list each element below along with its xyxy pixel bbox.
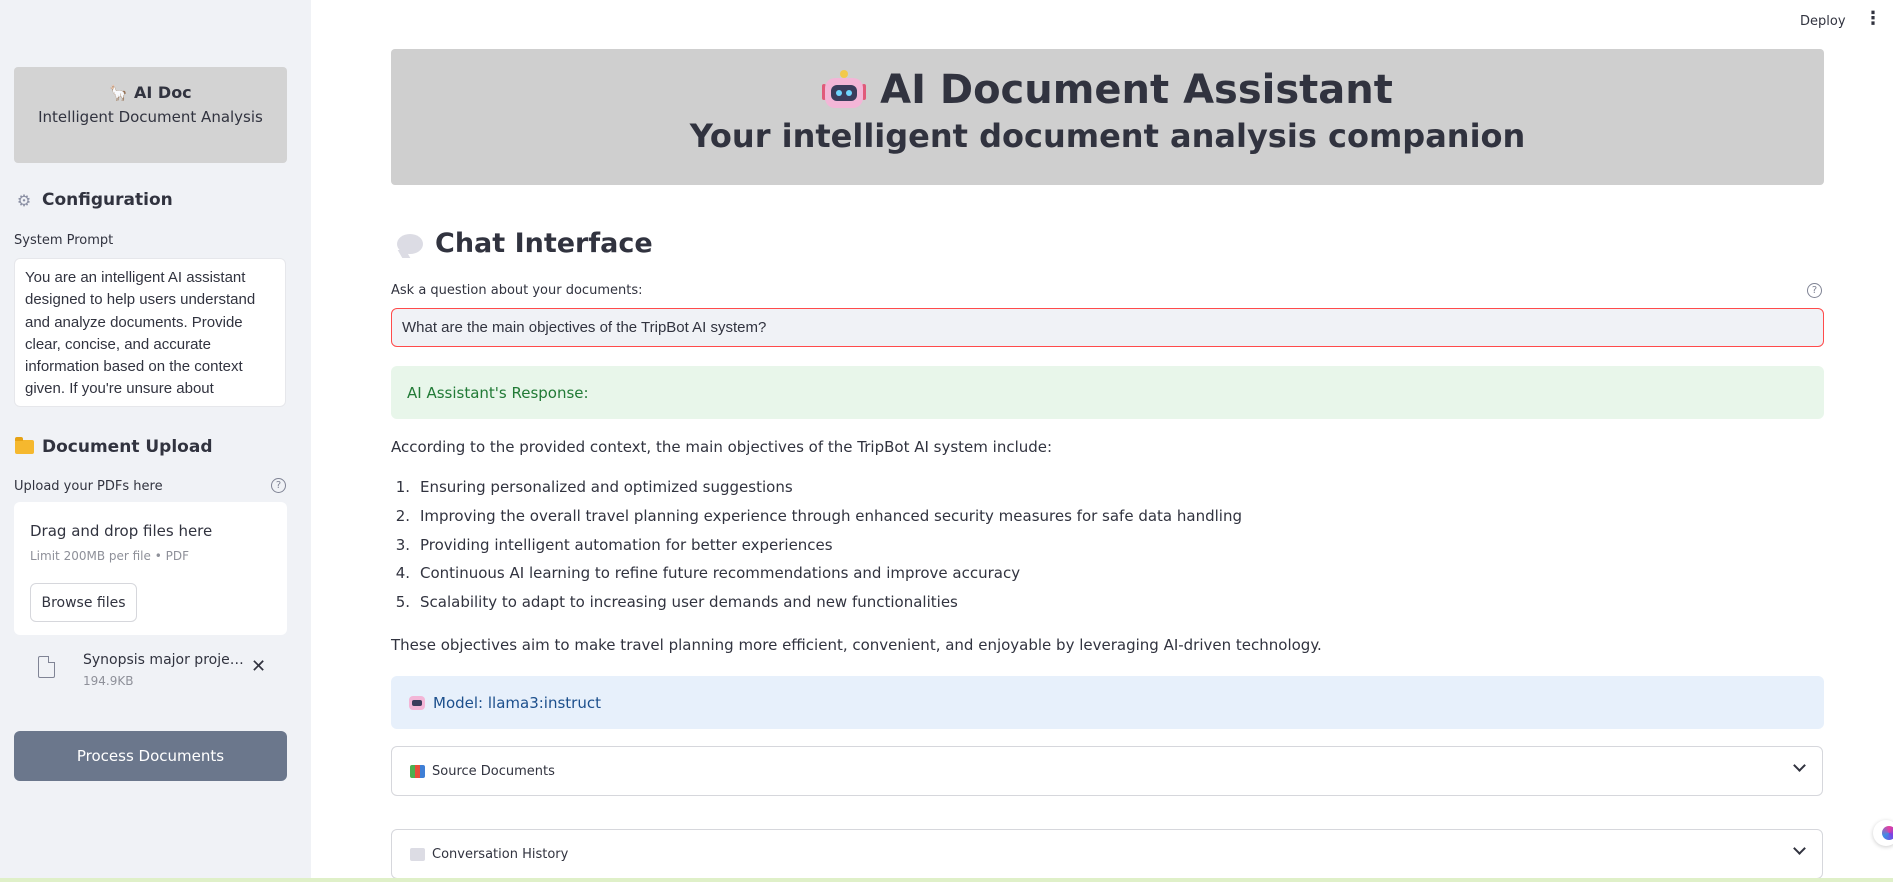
brand-title-text: AI Doc	[134, 83, 192, 102]
deploy-button[interactable]: Deploy	[1800, 14, 1846, 29]
document-upload-heading: Document Upload	[14, 437, 212, 457]
list-item: 1. Ensuring personalized and optimized su…	[391, 478, 1242, 507]
answer-intro: According to the provided context, the m…	[391, 438, 1053, 456]
drop-zone-title: Drag and drop files here	[30, 522, 213, 540]
hero-title: AI Document Assistant	[391, 67, 1824, 113]
list-item-text: Improving the overall travel planning ex…	[420, 506, 1242, 525]
uploaded-file-name: Synopsis major project…	[83, 652, 251, 668]
brand-subtitle: Intelligent Document Analysis	[38, 108, 263, 126]
drop-zone-limit: Limit 200MB per file • PDF	[30, 549, 189, 563]
question-input[interactable]: What are the main objectives of the Trip…	[391, 308, 1824, 347]
list-item-text: Scalability to adapt to increasing user …	[420, 593, 958, 612]
list-item-number: 2.	[395, 506, 410, 525]
folder-icon	[14, 437, 34, 456]
upload-label: Upload your PDFs here	[14, 479, 163, 494]
brand-card: 🦙 AI Doc Intelligent Document Analysis	[14, 67, 287, 163]
list-item-number: 5.	[395, 593, 410, 612]
robot-icon	[822, 70, 867, 110]
remove-file-icon[interactable]: ✕	[251, 656, 266, 677]
bottom-status-bar	[0, 878, 1893, 882]
question-label: Ask a question about your documents:	[391, 283, 643, 298]
conversation-history-expander[interactable]: Conversation History	[391, 829, 1823, 879]
list-item-text: Ensuring personalized and optimized sugg…	[420, 478, 793, 496]
model-label: Model: llama3:instruct	[433, 693, 601, 712]
uploaded-file-size: 194.9KB	[83, 674, 134, 688]
system-prompt-label: System Prompt	[14, 233, 114, 248]
speech-bubble-icon	[397, 233, 423, 254]
document-upload-heading-text: Document Upload	[42, 437, 213, 457]
list-item-text: Continuous AI learning to refine future …	[420, 564, 1021, 583]
books-icon	[410, 764, 425, 778]
list-item: 4. Continuous AI learning to refine futur…	[391, 564, 1242, 593]
response-label-box: AI Assistant's Response:	[391, 366, 1824, 419]
process-documents-button[interactable]: Process Documents	[14, 731, 287, 781]
speech-bubble-icon	[410, 847, 425, 861]
file-drop-zone[interactable]: Drag and drop files here Limit 200MB per…	[14, 502, 287, 635]
chat-interface-heading-text: Chat Interface	[435, 228, 653, 259]
source-documents-expander[interactable]: Source Documents	[391, 746, 1823, 796]
list-item: 2. Improving the overall travel planning …	[391, 507, 1242, 536]
llama-icon: 🦙	[109, 84, 128, 102]
browse-files-button[interactable]: Browse files	[30, 583, 137, 622]
configuration-heading: ⚙ Configuration	[14, 190, 173, 210]
kebab-menu-icon[interactable]: ⋮	[1864, 10, 1882, 28]
gear-icon: ⚙	[16, 190, 32, 210]
hero-subtitle: Your intelligent document analysis compa…	[689, 117, 1526, 155]
model-info-box: Model: llama3:instruct	[391, 676, 1824, 729]
chevron-down-icon	[1793, 759, 1806, 772]
hero-title-text: AI Document Assistant	[880, 67, 1393, 113]
system-prompt-textarea[interactable]: You are an intelligent AI assistant desi…	[14, 258, 286, 407]
objectives-list: 1. Ensuring personalized and optimized su…	[391, 478, 1242, 622]
list-item-number: 1.	[395, 478, 410, 496]
uploaded-file-item: Synopsis major project… 194.9KB ✕	[36, 650, 276, 695]
chevron-down-icon	[1793, 842, 1806, 855]
question-input-value: What are the main objectives of the Trip…	[402, 319, 767, 336]
hero-banner: AI Document Assistant Your intelligent d…	[391, 49, 1824, 185]
upload-help-icon[interactable]: ?	[271, 478, 286, 493]
brand-title: 🦙 AI Doc	[14, 83, 287, 102]
list-item-text: Providing intelligent automation for bet…	[420, 535, 833, 554]
configuration-heading-text: Configuration	[42, 190, 173, 210]
list-item-number: 3.	[395, 535, 410, 554]
robot-icon	[409, 695, 425, 710]
conversation-history-label: Conversation History	[432, 846, 569, 862]
response-label: AI Assistant's Response:	[407, 383, 589, 402]
answer-outro: These objectives aim to make travel plan…	[391, 636, 1322, 654]
question-help-icon[interactable]: ?	[1807, 283, 1822, 298]
source-documents-label: Source Documents	[432, 763, 555, 779]
list-item: 3. Providing intelligent automation for b…	[391, 536, 1242, 565]
chat-interface-heading: Chat Interface	[397, 228, 653, 259]
list-item-number: 4.	[395, 564, 410, 583]
sidebar: 🦙 AI Doc Intelligent Document Analysis ⚙ …	[0, 0, 311, 882]
list-item: 5. Scalability to adapt to increasing use…	[391, 593, 1242, 622]
file-icon	[38, 656, 55, 678]
floating-assistant-icon[interactable]	[1873, 820, 1893, 846]
